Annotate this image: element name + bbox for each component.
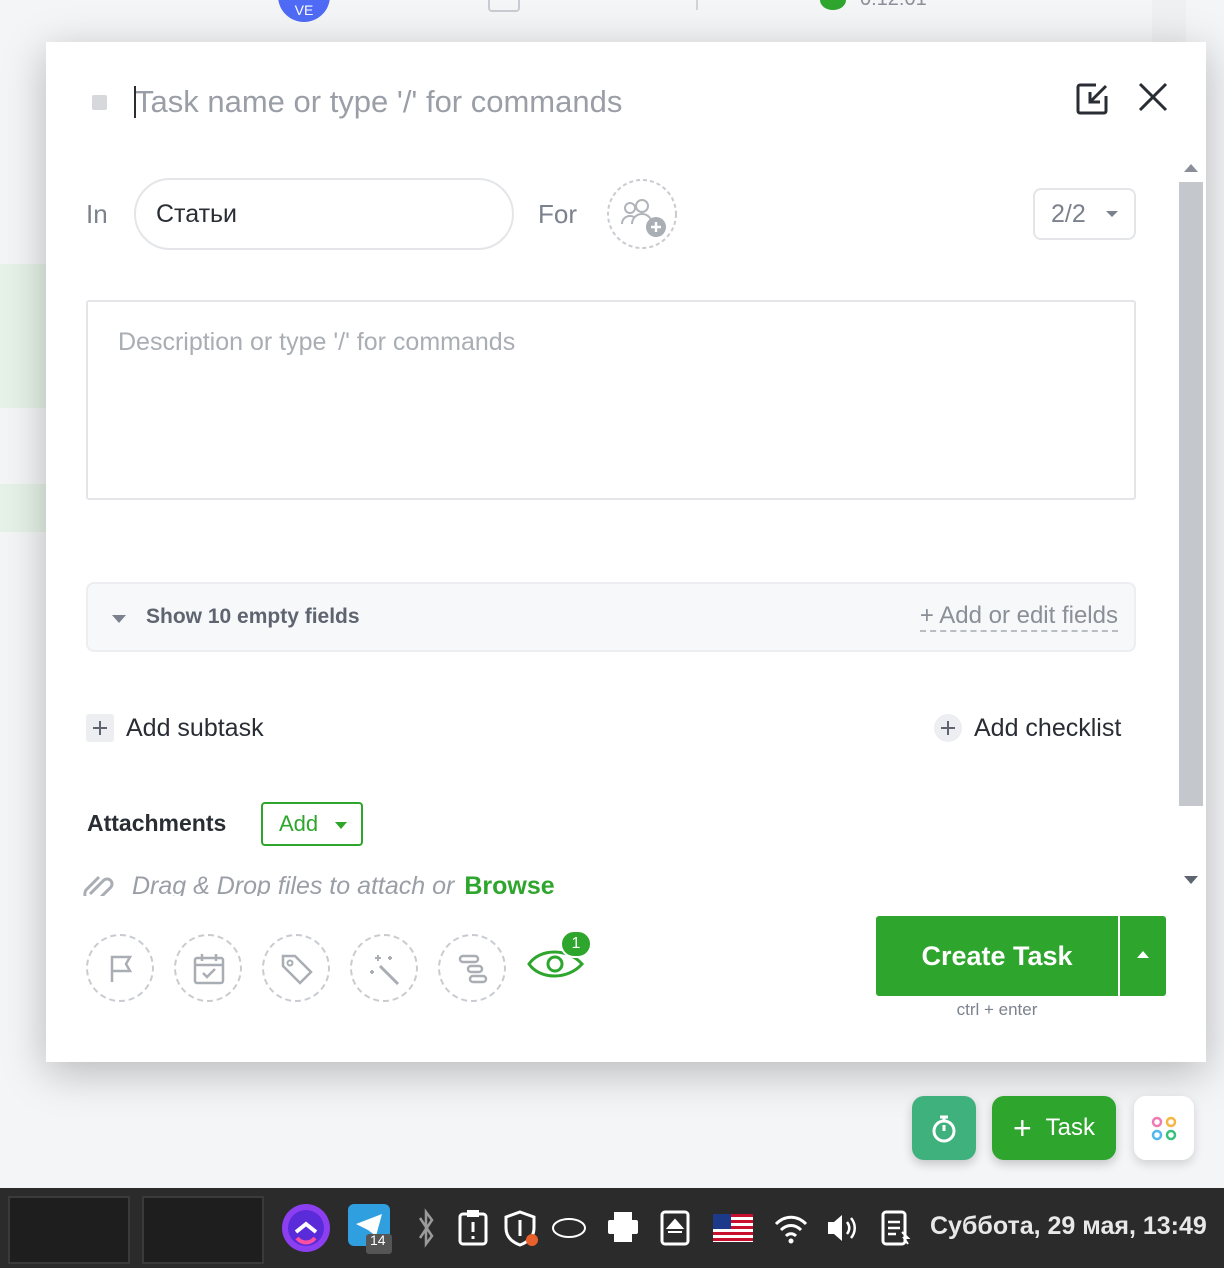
shield-icon[interactable]	[502, 1200, 542, 1256]
scroll-up-icon[interactable]	[1184, 164, 1198, 172]
chevron-up-icon	[1137, 951, 1149, 958]
task-status-icon[interactable]	[92, 95, 107, 110]
add-subtask-button[interactable]: Add subtask	[86, 710, 264, 746]
intel-icon[interactable]	[550, 1200, 588, 1256]
add-checklist-label: Add checklist	[974, 713, 1122, 742]
close-icon[interactable]	[1134, 78, 1172, 116]
list-selector[interactable]: Статьи	[134, 178, 514, 250]
priority-flag-button[interactable]	[86, 934, 154, 1002]
status-dot	[820, 0, 846, 10]
new-task-button[interactable]: + Task	[992, 1096, 1116, 1160]
in-label: In	[86, 199, 108, 229]
battery-clipboard-icon[interactable]	[878, 1200, 912, 1256]
task-name-input[interactable]	[135, 82, 1015, 122]
minimize-icon[interactable]	[1074, 80, 1112, 118]
add-checklist-button[interactable]: Add checklist	[934, 710, 1121, 746]
flag-icon	[110, 955, 133, 982]
create-task-button[interactable]: Create Task	[876, 916, 1118, 996]
chevron-down-icon	[335, 822, 347, 829]
divider	[696, 0, 698, 10]
taskbar-window-button[interactable]	[142, 1196, 264, 1264]
us-flag-icon[interactable]	[712, 1200, 754, 1256]
plus-icon	[86, 714, 114, 742]
text-cursor	[134, 86, 136, 118]
show-empty-fields-toggle[interactable]: Show 10 empty fields	[146, 605, 360, 629]
create-task-modal: In Статьи For 2/2 Show 10 empty fields +…	[46, 42, 1206, 1062]
chevron-down-icon	[1106, 211, 1118, 217]
add-assignee-icon[interactable]	[606, 178, 678, 250]
telegram-badge-count: 14	[370, 1232, 386, 1248]
printer-icon[interactable]	[604, 1200, 642, 1256]
empty-fields-bar[interactable]: Show 10 empty fields + Add or edit field…	[86, 582, 1136, 652]
for-label: For	[538, 199, 577, 229]
bluetooth-icon[interactable]	[414, 1200, 438, 1256]
system-taskbar: 14 Суббота, 29 мая, 13:49	[0, 1188, 1224, 1268]
watchers-count-badge: 1	[560, 930, 592, 958]
avatar: VE	[278, 0, 330, 22]
scroll-down-icon[interactable]	[1184, 876, 1198, 884]
caret-down-icon	[112, 615, 126, 623]
magic-wand-icon	[370, 955, 400, 986]
shortcut-hint: ctrl + enter	[956, 1000, 1038, 1019]
plus-icon	[934, 714, 962, 742]
eject-icon[interactable]	[658, 1200, 692, 1256]
background-row-highlight	[0, 264, 46, 408]
create-options-button[interactable]	[1120, 916, 1166, 996]
paperclip-icon	[83, 875, 114, 896]
stopwatch-icon	[932, 1115, 956, 1143]
plus-icon: +	[1012, 1110, 1032, 1146]
clickup-tray-icon[interactable]	[280, 1200, 332, 1256]
background-row-highlight	[0, 484, 46, 532]
attachments-add-label: Add	[279, 811, 319, 836]
wifi-icon[interactable]	[772, 1200, 810, 1256]
timer-text: 0:12:01	[860, 0, 927, 11]
calendar-icon	[193, 954, 225, 985]
volume-icon[interactable]	[824, 1200, 860, 1256]
counter-dropdown[interactable]: 2/2	[1033, 188, 1136, 240]
apps-button[interactable]	[1134, 1096, 1194, 1160]
tag-icon	[281, 954, 313, 985]
add-subtask-label: Add subtask	[126, 713, 264, 742]
tags-button[interactable]	[262, 934, 330, 1002]
relationships-button[interactable]	[438, 934, 506, 1002]
description-field[interactable]	[86, 300, 1136, 500]
due-date-button[interactable]	[174, 934, 242, 1002]
scrollbar[interactable]	[1176, 154, 1206, 890]
dropzone-text: Drag & Drop files to attach or	[132, 871, 455, 897]
system-clock[interactable]: Суббота, 29 мая, 13:49	[930, 1212, 1207, 1241]
automation-button[interactable]	[350, 934, 418, 1002]
attachments-add-button[interactable]: Add	[261, 802, 363, 846]
scrollbar-thumb[interactable]	[1179, 182, 1203, 806]
taskbar-window-button[interactable]	[8, 1196, 130, 1264]
dropzone[interactable]: Drag & Drop files to attach or Browse	[82, 862, 1172, 896]
relationships-icon	[458, 954, 488, 984]
clipboard-alert-icon[interactable]	[456, 1200, 490, 1256]
timer-button[interactable]	[912, 1096, 976, 1160]
new-task-label: Task	[1045, 1114, 1096, 1141]
checkbox-icon	[488, 0, 520, 12]
add-edit-fields-link[interactable]: + Add or edit fields	[919, 602, 1118, 632]
counter-value: 2/2	[1051, 200, 1086, 228]
apps-grid-icon	[1151, 1116, 1177, 1141]
attachments-title: Attachments	[87, 810, 227, 836]
browse-link[interactable]: Browse	[464, 872, 554, 897]
